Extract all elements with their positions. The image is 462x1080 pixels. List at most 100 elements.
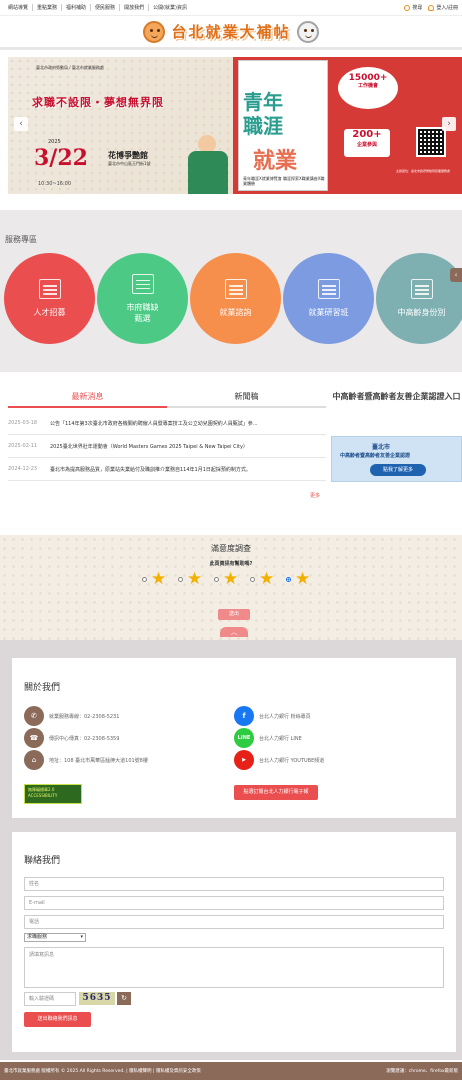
nav-link-sitemap[interactable]: 網站導覽	[4, 4, 34, 11]
service-label: 中高齡身份別	[397, 308, 446, 317]
news-title: 臺北市為提高服務品質，原業站失業給付及職訓推介業務自114年1月1日起採預約制方…	[50, 466, 251, 473]
service-city-jobs[interactable]: 市府職缺 甄選	[97, 253, 188, 344]
fax-icon: ☎	[24, 728, 44, 748]
radio[interactable]	[250, 577, 255, 582]
accessibility-badge[interactable]: 無障礙標章2.0 ACCESSIBILITY	[24, 784, 82, 804]
nav-link-welfare[interactable]: 福利補助	[62, 4, 92, 11]
collapse-button[interactable]: ︿	[220, 627, 248, 637]
service-workshop[interactable]: 就業研習班	[283, 253, 374, 344]
senior-cert-banner[interactable]: 臺北市 中高齡者暨高齡者友善企業認證 點我了解更多	[331, 436, 462, 482]
hero-carousel[interactable]: 臺北市政府勞動局 / 臺北市就業服務處 求職不設限‧夢想無界限 2025 3/2…	[8, 57, 462, 194]
poster-title-3: 就業	[253, 148, 298, 174]
jobs-badge-sub: 工作機會	[357, 83, 378, 89]
list-item[interactable]: 2024-12-23 臺北市為提高服務品質，原業站失業給付及職訓推介業務自114…	[8, 458, 326, 481]
captcha-refresh-icon[interactable]: ↻	[117, 992, 131, 1005]
news-date: 2024-12-23	[8, 466, 38, 472]
banner-time: 10:30~16:00	[38, 181, 72, 187]
news-more-link[interactable]: 更多	[310, 492, 320, 499]
top-nav: 網站導覽 重點業務 福利補助 便民服務 開放我們 公開(就業)資訊 搜尋 登入/…	[0, 0, 462, 16]
service-middle-aged[interactable]: 中高齡身份別	[376, 253, 462, 344]
service-label: 就業諮詢	[219, 308, 252, 317]
name-field[interactable]: 姓名	[24, 877, 444, 891]
radio[interactable]	[214, 577, 219, 582]
star-icon: ★	[223, 569, 239, 589]
tab-latest-news[interactable]: 最新消息	[8, 386, 167, 408]
search-label: 搜尋	[412, 5, 423, 11]
mascot-icon	[143, 20, 166, 43]
contact-title: 聯絡我們	[24, 856, 61, 866]
service-label: 就業研習班	[308, 308, 349, 317]
carousel-next-button[interactable]: ›	[442, 117, 456, 131]
fax-info: ☎ 傳訊中心傳真：02-2308-5359	[24, 728, 119, 748]
nav-link-key-business[interactable]: 重點業務	[33, 4, 63, 11]
list-item[interactable]: 2025-03-18 公告「114年第3次臺北市政府各機關約聘僱人員暨專案技工及…	[8, 412, 326, 435]
service-label: 市府職缺 甄選	[126, 302, 159, 323]
site-logo[interactable]: 台北就業大補帖	[143, 20, 319, 43]
companies-badge-sub: 企業參與	[356, 142, 377, 148]
radio[interactable]	[142, 577, 147, 582]
building-icon	[131, 273, 154, 294]
rating-option-2[interactable]: ★	[178, 571, 214, 588]
jobs-badge-num: 15000+	[348, 73, 388, 83]
survey-title: 滿意度調查	[211, 544, 251, 553]
poster-foot: 青年職涯X就業博覽會 職涯探索X職業講座X職業體驗	[243, 176, 325, 186]
login-link[interactable]: 登入/註冊	[428, 4, 458, 11]
senior-section-title: 中高齡者暨高齡者友善企業認證入口	[332, 392, 461, 401]
resume-icon	[38, 279, 61, 299]
banner-date: 3/22	[34, 145, 88, 171]
user-icon	[428, 4, 435, 11]
footer-browser-note: 瀏覽建議：chrome、firefox最新版	[386, 1069, 458, 1074]
youtube-link[interactable]: ▶ 台北人力銀行 YOUTUBE頻道	[234, 750, 324, 770]
mascot-icon	[296, 20, 319, 43]
rating-option-5[interactable]: ★	[286, 571, 322, 588]
tab-press-release[interactable]: 新聞稿	[167, 386, 326, 408]
nav-link-open[interactable]: 開放我們	[120, 4, 150, 11]
service-consulting[interactable]: 就業諮詢	[190, 253, 281, 344]
banner-poster: 青年 職涯 就業 青年職涯X就業博覽會 職涯探索X職業講座X職業體驗	[238, 60, 328, 191]
senior-icon	[410, 279, 433, 299]
email-field[interactable]: E-mail	[24, 896, 444, 910]
youtube-text: 台北人力銀行 YOUTUBE頻道	[259, 757, 325, 764]
companies-badge: 200+ 企業參與	[344, 129, 390, 157]
line-icon: LINE	[234, 728, 254, 748]
captcha-input[interactable]: 輸入驗證碼	[24, 992, 76, 1006]
facebook-link[interactable]: f 台北人力銀行 粉絲專頁	[234, 706, 311, 726]
contact-submit-button[interactable]: 送出聯絡我們訊息	[24, 1012, 91, 1027]
senior-learn-more-button[interactable]: 點我了解更多	[370, 464, 426, 476]
category-select[interactable]: 求職服務	[24, 933, 86, 942]
nav-link-public-info[interactable]: 公開(就業)資訊	[149, 4, 191, 11]
phone-field[interactable]: 電話	[24, 915, 444, 929]
nav-link-services[interactable]: 便民服務	[91, 4, 121, 11]
phone-text: 就業服務專線：02-2308-5231	[49, 713, 120, 720]
line-link[interactable]: LINE 台北人力銀行 LINE	[234, 728, 302, 748]
poster-title-2: 職涯	[243, 114, 283, 138]
carousel-prev-button[interactable]: ‹	[14, 117, 28, 131]
line-text: 台北人力銀行 LINE	[259, 735, 302, 742]
message-field[interactable]: 請填寫訊息	[24, 947, 444, 988]
banner-slogan: 求職不設限‧夢想無界限	[32, 96, 164, 109]
star-icon: ★	[187, 569, 203, 589]
senior-banner-title: 中高齡者暨高齡者友善企業認證	[340, 453, 411, 459]
search-link[interactable]: 搜尋	[404, 4, 422, 11]
survey-submit-button[interactable]: 送出	[218, 609, 250, 620]
senior-banner-city: 臺北市	[372, 444, 391, 451]
site-header: 台北就業大補帖	[0, 16, 462, 50]
news-title: 公告「114年第3次臺北市政府各機關約聘僱人員暨專案技工及公立幼兒園契約人員甄試…	[50, 420, 258, 427]
companies-badge-num: 200+	[352, 129, 382, 140]
rating-option-1[interactable]: ★	[142, 571, 178, 588]
home-icon: ⌂	[24, 750, 44, 770]
survey-rating: ★ ★ ★ ★ ★	[142, 571, 322, 588]
service-talent-recruit[interactable]: 人才招募	[4, 253, 95, 344]
banner-venue: 花博爭艷館	[108, 151, 148, 160]
rating-option-4[interactable]: ★	[250, 571, 286, 588]
star-icon: ★	[259, 569, 275, 589]
radio-selected[interactable]	[286, 577, 291, 582]
newsletter-subscribe-button[interactable]: 點選訂閱台北人力銀行電子報	[234, 785, 318, 800]
site-footer: 臺北市就業服務處 版權所有 © 2025 All Rights Reserved…	[0, 1062, 462, 1080]
radio[interactable]	[178, 577, 183, 582]
services-list: 人才招募 市府職缺 甄選 就業諮詢 就業研習班 中高齡身份別	[4, 253, 462, 345]
list-item[interactable]: 2025-02-11 2025臺北世界壯年運動會（World Masters G…	[8, 435, 326, 458]
banner-venue-sub: 臺北市中山區玉門街1號	[108, 161, 151, 166]
rating-option-3[interactable]: ★	[214, 571, 250, 588]
side-tab-toggle[interactable]: ‹	[450, 268, 462, 282]
